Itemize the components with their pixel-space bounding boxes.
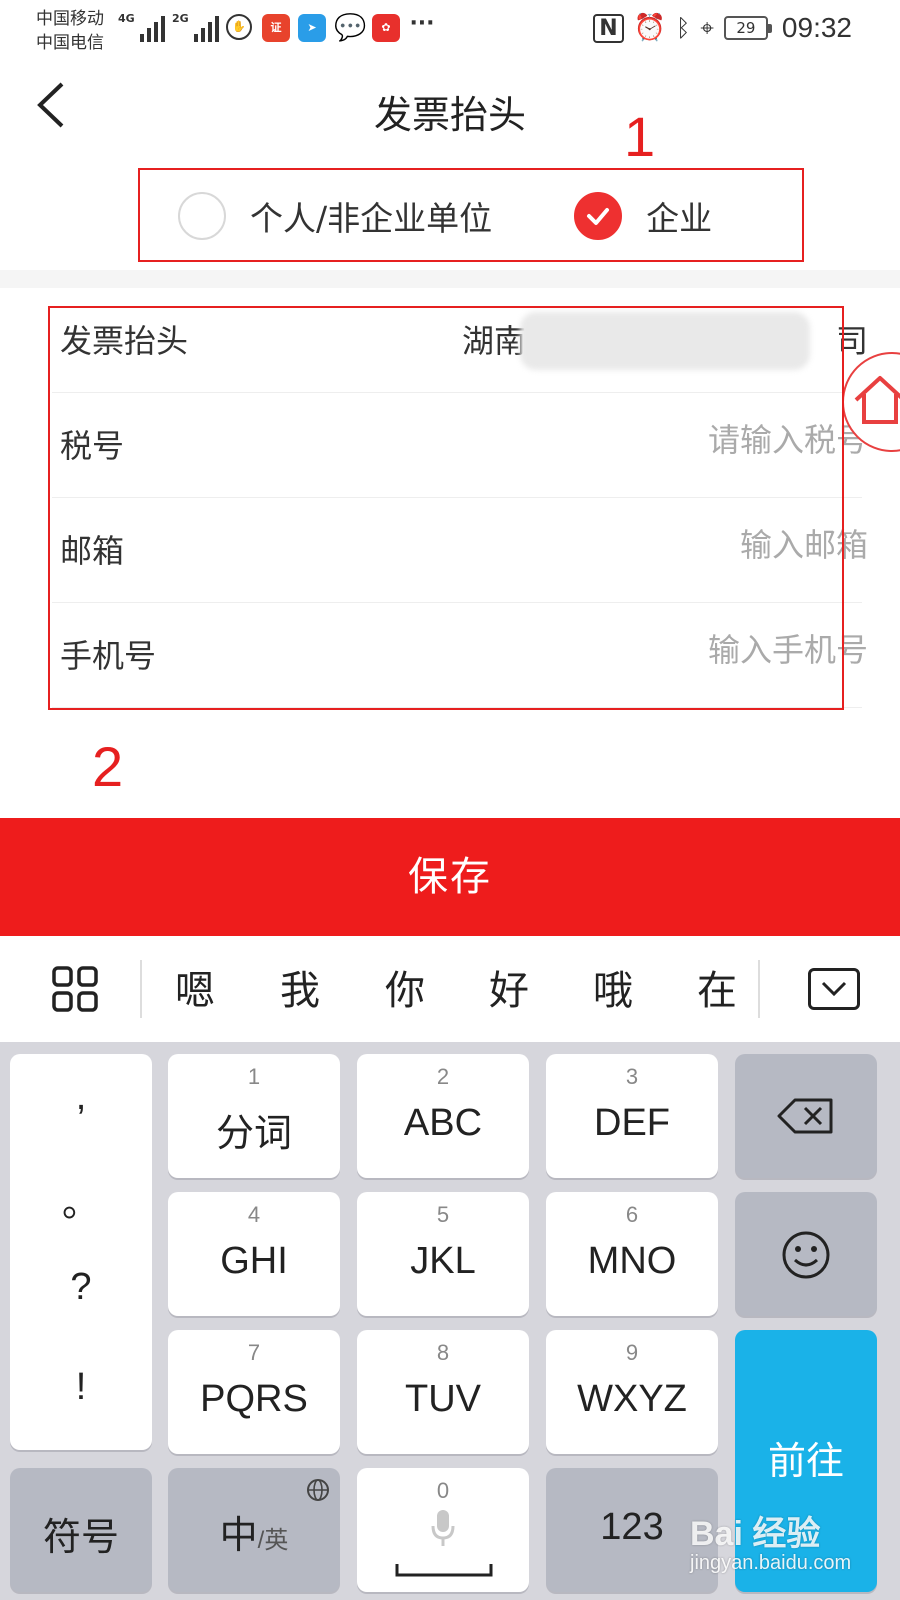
candidate-divider <box>140 960 142 1018</box>
hide-keyboard-button[interactable] <box>808 968 860 1010</box>
key-3[interactable]: 3 DEF <box>546 1054 718 1178</box>
radio-unchecked-icon <box>178 192 226 240</box>
message-icon: 💬 <box>334 13 367 43</box>
radio-enterprise-label: 企业 <box>646 199 713 238</box>
app-logo-icon: ✿ <box>372 14 400 42</box>
hand-icon: ✋ <box>226 14 252 40</box>
microphone-icon <box>431 1510 455 1546</box>
section-divider <box>0 270 900 288</box>
punct-exclaim[interactable]: ! <box>10 1366 152 1409</box>
globe-icon <box>307 1479 329 1501</box>
page-title: 发票抬头 <box>373 93 526 137</box>
watermark: Bai 经验 jingyan.baidu.com <box>690 1515 852 1574</box>
home-icon <box>854 376 900 424</box>
key-1[interactable]: 1 分词 <box>168 1054 340 1178</box>
paper-plane-app-icon: ➤ <box>298 14 326 42</box>
lang-main-label: 中 <box>219 1515 258 1557</box>
battery-icon: 29 <box>723 16 772 40</box>
nav-bar: 发票抬头 <box>0 62 900 152</box>
annotation-box-2 <box>48 306 844 710</box>
save-button[interactable]: 保存 <box>0 818 900 936</box>
candidate-4[interactable]: 好 <box>474 958 544 1016</box>
status-time: 09:32 <box>781 12 852 43</box>
punct-period[interactable]: 。 <box>10 1172 152 1227</box>
key-8[interactable]: 8 TUV <box>357 1330 529 1454</box>
radio-personal[interactable]: 个人/非企业单位 <box>178 192 492 240</box>
candidate-6[interactable]: 在 <box>682 958 752 1016</box>
carrier-secondary: 中国电信 <box>36 33 104 53</box>
key-2[interactable]: 2 ABC <box>357 1054 529 1178</box>
punct-comma[interactable]: , <box>10 1076 152 1119</box>
annotation-number-2: 2 <box>92 735 124 798</box>
emoji-key[interactable] <box>735 1192 877 1316</box>
backspace-key[interactable] <box>735 1054 877 1178</box>
candidate-2[interactable]: 我 <box>265 958 335 1016</box>
securities-app-icon: 证 <box>262 14 290 42</box>
grid-icon <box>52 966 98 1012</box>
ime-menu-button[interactable] <box>52 966 98 1012</box>
invoice-type-selector: 个人/非企业单位 企业 <box>140 170 802 262</box>
candidate-5[interactable]: 哦 <box>578 958 648 1016</box>
space-key[interactable]: 0 <box>357 1468 529 1592</box>
signal-2g-icon: 2G <box>172 12 219 42</box>
key-5[interactable]: 5 JKL <box>357 1192 529 1316</box>
signal-4g-icon: 4G <box>118 12 165 42</box>
chevron-down-icon <box>821 981 847 997</box>
punctuation-column[interactable]: , 。 ? ! <box>10 1054 152 1450</box>
location-icon: ⌖ <box>700 14 714 42</box>
candidate-divider <box>758 960 760 1018</box>
symbol-key[interactable]: 符号 <box>10 1468 152 1592</box>
space-bar-icon <box>395 1564 493 1577</box>
key-4[interactable]: 4 GHI <box>168 1192 340 1316</box>
candidate-1[interactable]: 嗯 <box>160 958 230 1016</box>
bluetooth-icon: ᛒ <box>676 14 691 42</box>
key-7[interactable]: 7 PQRS <box>168 1330 340 1454</box>
smiley-icon <box>782 1231 830 1279</box>
more-notifications-icon: ··· <box>409 11 435 36</box>
key-6[interactable]: 6 MNO <box>546 1192 718 1316</box>
radio-checked-icon <box>574 192 623 240</box>
ime-candidate-bar: 嗯 我 你 好 哦 在 <box>0 936 900 1042</box>
backspace-icon <box>777 1098 833 1134</box>
annotation-number-1: 1 <box>624 105 656 168</box>
status-right-group: N ⏰ ᛒ ⌖ 29 09:32 <box>593 12 852 44</box>
carrier-primary: 中国移动 <box>36 9 104 29</box>
radio-enterprise[interactable]: 企业 <box>574 192 712 240</box>
lang-sub-label: /英 <box>257 1527 289 1554</box>
nfc-icon: N <box>593 13 624 43</box>
language-switch-key[interactable]: 中/英 <box>168 1468 340 1592</box>
key-9[interactable]: 9 WXYZ <box>546 1330 718 1454</box>
candidate-3[interactable]: 你 <box>370 958 440 1016</box>
alarm-icon: ⏰ <box>633 13 666 43</box>
status-bar: 中国移动 中国电信 4G 2G ✋ 证 ➤ 💬 ✿ ··· N ⏰ ᛒ ⌖ 29… <box>0 0 900 62</box>
punct-question[interactable]: ? <box>10 1266 152 1309</box>
radio-personal-label: 个人/非企业单位 <box>250 199 493 238</box>
